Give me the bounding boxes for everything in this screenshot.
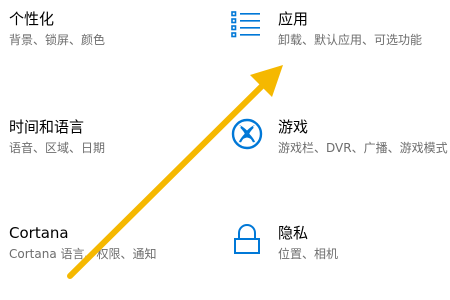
settings-tile-time-language[interactable]: 时间和语言 语音、区域、日期 <box>9 117 105 157</box>
tile-text: Cortana Cortana 语言、权限、通知 <box>9 223 157 263</box>
tile-description: Cortana 语言、权限、通知 <box>9 247 157 261</box>
tile-title: 应用 <box>278 10 309 28</box>
settings-tile-personalization[interactable]: 个性化 背景、锁屏、颜色 <box>9 9 105 49</box>
tile-text: 应用 卸载、默认应用、可选功能 <box>278 9 422 49</box>
tile-description: 游戏栏、DVR、广播、游戏模式 <box>278 141 448 155</box>
tile-title: 隐私 <box>278 224 309 242</box>
tile-description: 卸载、默认应用、可选功能 <box>278 33 423 47</box>
tile-description: 语音、区域、日期 <box>9 141 106 155</box>
tile-text: 个性化 背景、锁屏、颜色 <box>9 9 105 49</box>
tile-title: 游戏 <box>278 118 309 136</box>
tile-description: 背景、锁屏、颜色 <box>9 33 106 47</box>
tile-description: 位置、相机 <box>278 247 339 261</box>
tile-title: 个性化 <box>9 10 55 28</box>
tile-text: 游戏 游戏栏、DVR、广播、游戏模式 <box>278 117 448 157</box>
tile-title: Cortana <box>9 224 69 242</box>
tile-title: 时间和语言 <box>9 118 85 136</box>
settings-tile-gaming[interactable]: 游戏 游戏栏、DVR、广播、游戏模式 <box>230 117 448 157</box>
settings-tile-apps[interactable]: 应用 卸载、默认应用、可选功能 <box>230 9 422 49</box>
tile-text: 隐私 位置、相机 <box>278 223 338 263</box>
xbox-icon <box>230 117 264 151</box>
settings-tile-cortana[interactable]: Cortana Cortana 语言、权限、通知 <box>9 223 157 263</box>
tile-text: 时间和语言 语音、区域、日期 <box>9 117 105 157</box>
lock-icon <box>230 223 264 257</box>
settings-tile-privacy[interactable]: 隐私 位置、相机 <box>230 223 338 263</box>
apps-list-icon <box>230 9 264 43</box>
